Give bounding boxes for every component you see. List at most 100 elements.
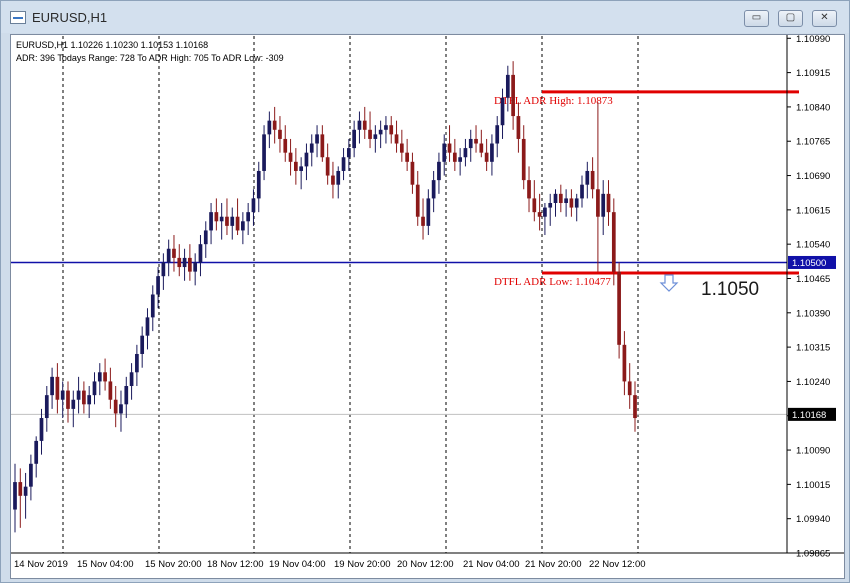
candle-body — [421, 216, 425, 226]
candle-body — [203, 230, 208, 245]
candle-body — [309, 143, 314, 153]
candle-body — [29, 463, 33, 487]
candle-body — [39, 418, 44, 441]
window-title: EURUSD,H1 — [32, 10, 108, 25]
candle-body — [521, 138, 526, 181]
time-tick-label: 18 Nov 12:00 — [207, 559, 264, 570]
chart-area[interactable]: DTFL ADR High: 1.10873 DTFL ADR Low: 1.10… — [10, 34, 845, 579]
candle-body — [135, 353, 139, 373]
chart-window: EURUSD,H1 ▭ ▢ ✕ DTFL ADR High: 1.10873 DT… — [0, 0, 850, 583]
candle-body — [447, 143, 452, 153]
time-tick-label: 15 Nov 20:00 — [145, 559, 202, 570]
candle-body — [246, 212, 251, 222]
candle-body — [182, 257, 187, 268]
chart-header-line1: EURUSD,H1 1.10226 1.10230 1.10153 1.1016… — [16, 40, 209, 50]
candle-body — [346, 148, 351, 158]
candle-body — [50, 376, 54, 396]
price-chart[interactable]: DTFL ADR High: 1.10873DTFL ADR Low: 1.10… — [11, 35, 844, 578]
candle-body — [378, 129, 383, 135]
candle-body — [97, 372, 102, 382]
candle-body — [76, 390, 81, 400]
candle-body — [490, 143, 494, 162]
candle-body — [611, 212, 616, 272]
candle-body — [553, 193, 558, 203]
candle-body — [479, 143, 484, 153]
candle-body — [543, 207, 547, 217]
title-bar[interactable]: EURUSD,H1 ▭ ▢ ✕ — [1, 1, 849, 33]
candle-body — [55, 376, 60, 400]
price-tick-label: 1.10240 — [796, 377, 830, 388]
price-tick-label: 1.10840 — [796, 102, 830, 113]
candle-body — [188, 257, 192, 272]
candle-body — [384, 125, 388, 130]
candle-body — [108, 381, 113, 400]
price-tick-label: 1.10690 — [796, 171, 830, 182]
candle-body — [198, 244, 203, 263]
candle-body — [13, 482, 17, 510]
candle-body — [468, 138, 473, 149]
candle-body — [511, 74, 515, 117]
minimize-button[interactable]: ▭ — [744, 10, 769, 27]
candle-body — [410, 161, 415, 185]
candle-body — [548, 202, 553, 208]
candle-body — [156, 276, 160, 295]
candle-body — [495, 125, 500, 144]
candle-body — [315, 134, 319, 144]
candle-body — [627, 381, 632, 396]
candle-body — [214, 212, 219, 222]
candle-body — [119, 404, 123, 414]
candle-body — [320, 134, 325, 158]
candle-body — [18, 482, 23, 496]
candle-body — [66, 390, 70, 409]
candle-body — [209, 212, 213, 231]
candle-body — [288, 152, 293, 162]
candle-body — [368, 129, 372, 139]
candle-body — [44, 395, 49, 419]
candle-body — [606, 193, 611, 213]
candle-body — [166, 248, 171, 263]
candle-body — [82, 390, 86, 405]
price-tick-label: 1.10765 — [796, 137, 830, 148]
time-tick-label: 22 Nov 12:00 — [589, 559, 646, 570]
time-tick-label: 19 Nov 20:00 — [334, 559, 391, 570]
candle-body — [532, 198, 537, 213]
candle-body — [527, 180, 531, 199]
candle-body — [267, 120, 272, 135]
candle-body — [161, 262, 166, 277]
candle-body — [426, 198, 431, 226]
candle-body — [262, 134, 266, 171]
adr-low-label: DTFL ADR Low: 1.10477 — [494, 276, 611, 288]
candle-body — [272, 120, 277, 130]
candle-body — [617, 271, 621, 345]
price-tick-label: 1.10540 — [796, 240, 830, 251]
candle-body — [219, 216, 224, 222]
candle-body — [622, 344, 627, 382]
candle-body — [633, 395, 637, 419]
candle-body — [474, 138, 478, 144]
candle-body — [537, 212, 542, 217]
candle-body — [256, 170, 261, 199]
price-tick-label: 1.10015 — [796, 480, 830, 491]
candle-body — [294, 161, 298, 171]
candle-body — [124, 386, 129, 405]
close-button[interactable]: ✕ — [812, 10, 837, 27]
candle-body — [463, 148, 468, 158]
maximize-button[interactable]: ▢ — [778, 10, 803, 27]
candle-body — [569, 198, 574, 208]
candle-body — [580, 184, 584, 199]
candle-body — [283, 138, 288, 153]
candle-body — [103, 372, 107, 382]
candle-body — [87, 395, 92, 405]
candle-body — [336, 170, 341, 185]
candle-body — [362, 120, 367, 130]
candle-body — [415, 184, 420, 217]
level-price-text: 1.1050 — [701, 279, 760, 300]
candle-body — [389, 125, 394, 135]
candle-body — [23, 486, 28, 496]
candle-body — [241, 221, 245, 231]
candle-body — [230, 216, 235, 226]
candle-body — [304, 152, 309, 167]
candle-body — [601, 193, 606, 217]
candle-body — [225, 216, 229, 226]
candle-body — [172, 248, 176, 258]
